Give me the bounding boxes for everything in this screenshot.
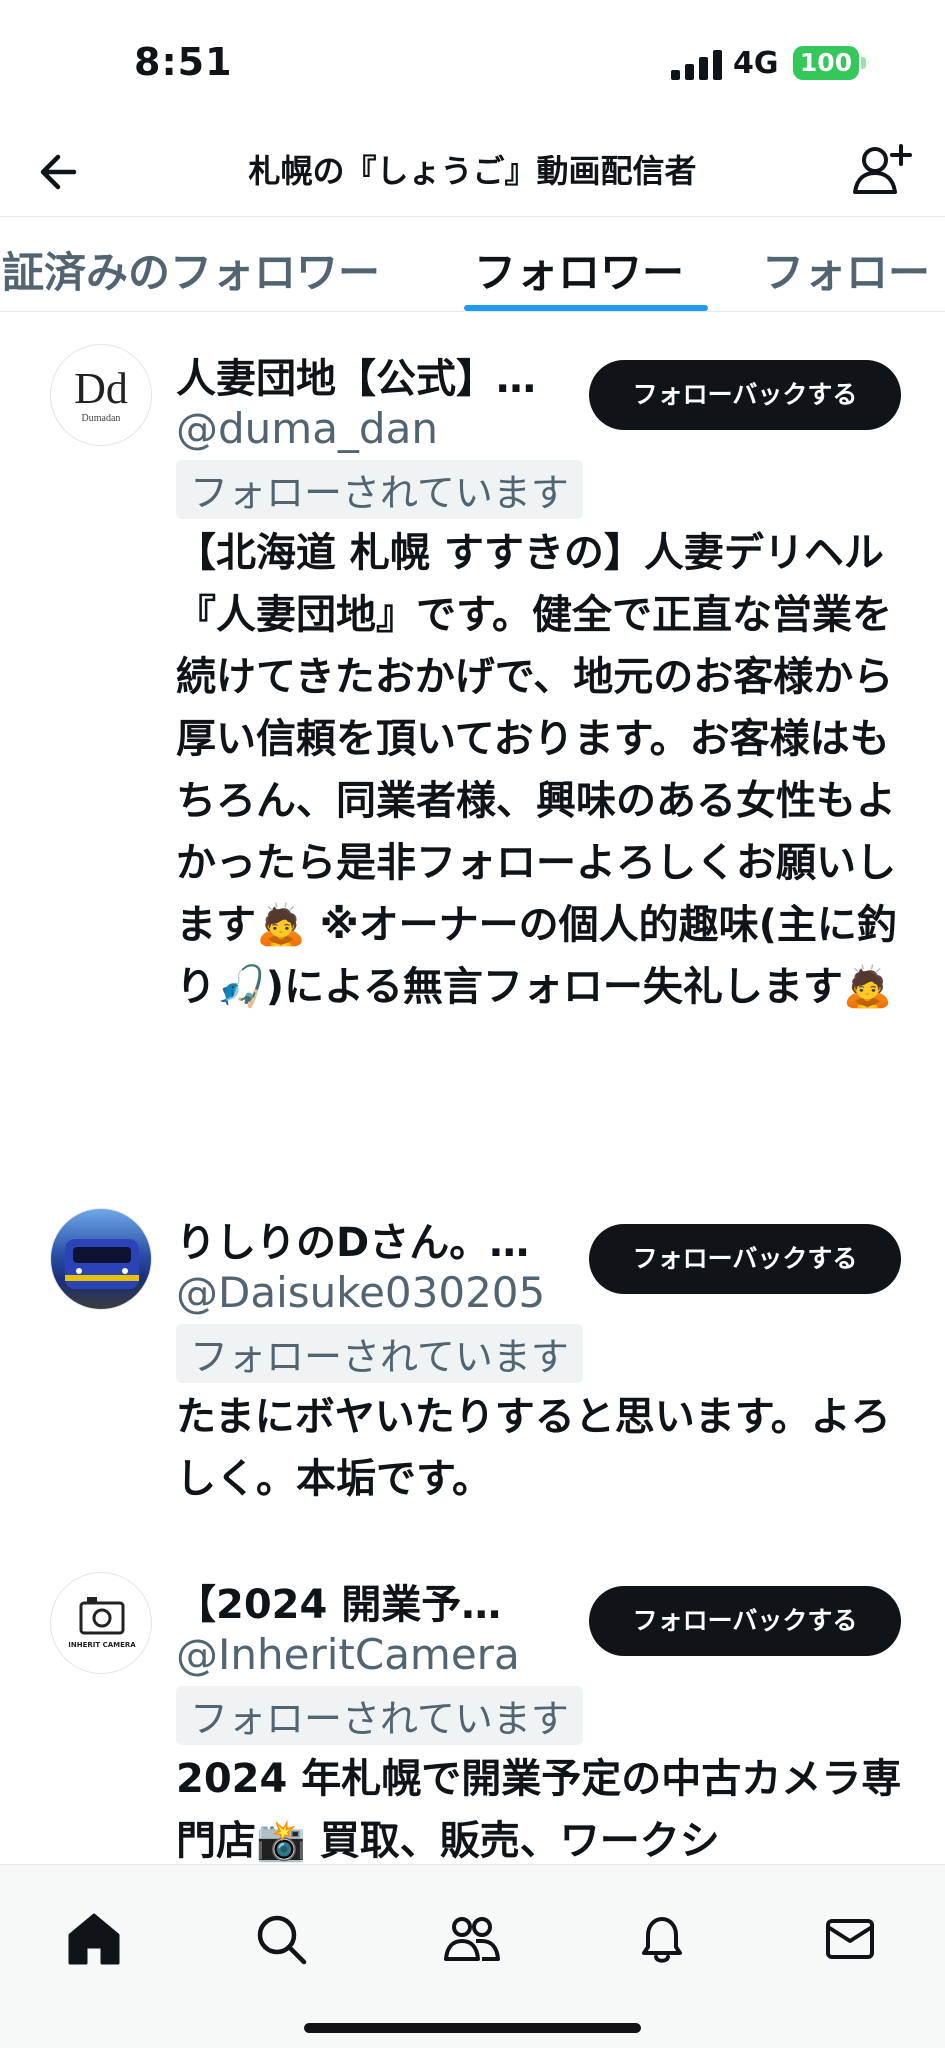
search-icon (257, 1915, 307, 1965)
account-bio: 2024 年札幌で開業予定の中古カメラ専門店📸 買取、販売、ワークシ (176, 1756, 902, 1864)
follower-list: Dd Dumadan 人妻団地【公式】… @duma_dan フォローされていま… (0, 312, 945, 1864)
account-handle: @InheritCamera (176, 1630, 520, 1679)
account-name: りしりのDさん。… (176, 1220, 530, 1266)
svg-text:Dd: Dd (74, 364, 128, 413)
follow-back-button[interactable]: フォローバックする (589, 1224, 901, 1294)
account-bio: 【北海道 札幌 すすきの】人妻デリヘル『人妻団地』です。健全で正直な営業を続けて… (176, 530, 897, 1010)
communities-icon (444, 1917, 500, 1961)
notifications-button[interactable] (630, 1907, 694, 1971)
messages-button[interactable] (818, 1907, 882, 1971)
home-button[interactable] (62, 1907, 126, 1971)
account-name: 【2024 開業予… (176, 1582, 502, 1628)
follows-you-badge: フォローされています (176, 1324, 583, 1383)
tab-followers[interactable]: フォロワー (474, 239, 684, 300)
add-user-icon (853, 144, 912, 194)
page-title: 札幌の『しょうご』動画配信者 (248, 152, 697, 190)
communities-button[interactable] (440, 1907, 504, 1971)
follows-you-badge: フォローされています (176, 460, 583, 519)
list-item[interactable]: りしりのDさん。… @Daisuke030205 フォローされています フォロー… (0, 1192, 945, 1558)
follow-back-button[interactable]: フォローバックする (589, 1586, 901, 1656)
network-type: 4G (733, 46, 779, 81)
follows-you-badge: フォローされています (176, 1686, 583, 1745)
list-item[interactable]: Dd Dumadan 人妻団地【公式】… @duma_dan フォローされていま… (0, 312, 945, 1192)
active-tab-indicator (464, 305, 708, 311)
svg-text:INHERIT CAMERA: INHERIT CAMERA (68, 1641, 136, 1649)
messages-icon (826, 1919, 874, 1959)
home-indicator (304, 2023, 641, 2033)
add-user-button[interactable] (849, 138, 915, 204)
tab-following[interactable]: フォロー (762, 239, 930, 300)
status-bar: 8:51 4G 100 (0, 0, 945, 130)
home-icon (68, 1913, 120, 1965)
avatar[interactable]: INHERIT CAMERA (50, 1572, 152, 1674)
battery-tip (861, 57, 866, 69)
back-arrow-icon (40, 154, 77, 190)
account-bio: たまにボヤいたりすると思います。よろしく。本垢です。 (176, 1394, 891, 1502)
followers-screen: 8:51 4G 100 札幌の『しょうご』動画配信者 証済みのフォロワー フォロ… (0, 0, 945, 2048)
header: 札幌の『しょうご』動画配信者 (0, 130, 945, 216)
notifications-icon (642, 1917, 682, 1963)
avatar[interactable] (50, 1208, 152, 1310)
account-name: 人妻団地【公式】… (176, 356, 536, 402)
dumadan-logo-icon: Dd Dumadan (74, 364, 128, 424)
account-handle: @duma_dan (176, 404, 438, 453)
list-item[interactable]: INHERIT CAMERA 【2024 開業予… @InheritCamera… (0, 1558, 945, 1864)
status-time: 8:51 (134, 40, 233, 84)
svg-text:Dumadan: Dumadan (82, 413, 121, 424)
back-button[interactable] (30, 140, 94, 204)
search-button[interactable] (249, 1907, 313, 1971)
avatar[interactable]: Dd Dumadan (50, 344, 152, 446)
account-handle: @Daisuke030205 (176, 1268, 546, 1317)
tab-verified-followers[interactable]: 証済みのフォロワー (2, 239, 380, 300)
signal-icon (671, 50, 723, 80)
train-photo-icon (65, 1239, 139, 1289)
tab-bar: 証済みのフォロワー フォロワー フォロー (0, 216, 945, 312)
follow-back-button[interactable]: フォローバックする (589, 360, 901, 430)
bottom-nav (0, 1864, 945, 2048)
battery-icon: 100 (793, 46, 859, 80)
camera-logo-icon: INHERIT CAMERA (68, 1597, 136, 1649)
